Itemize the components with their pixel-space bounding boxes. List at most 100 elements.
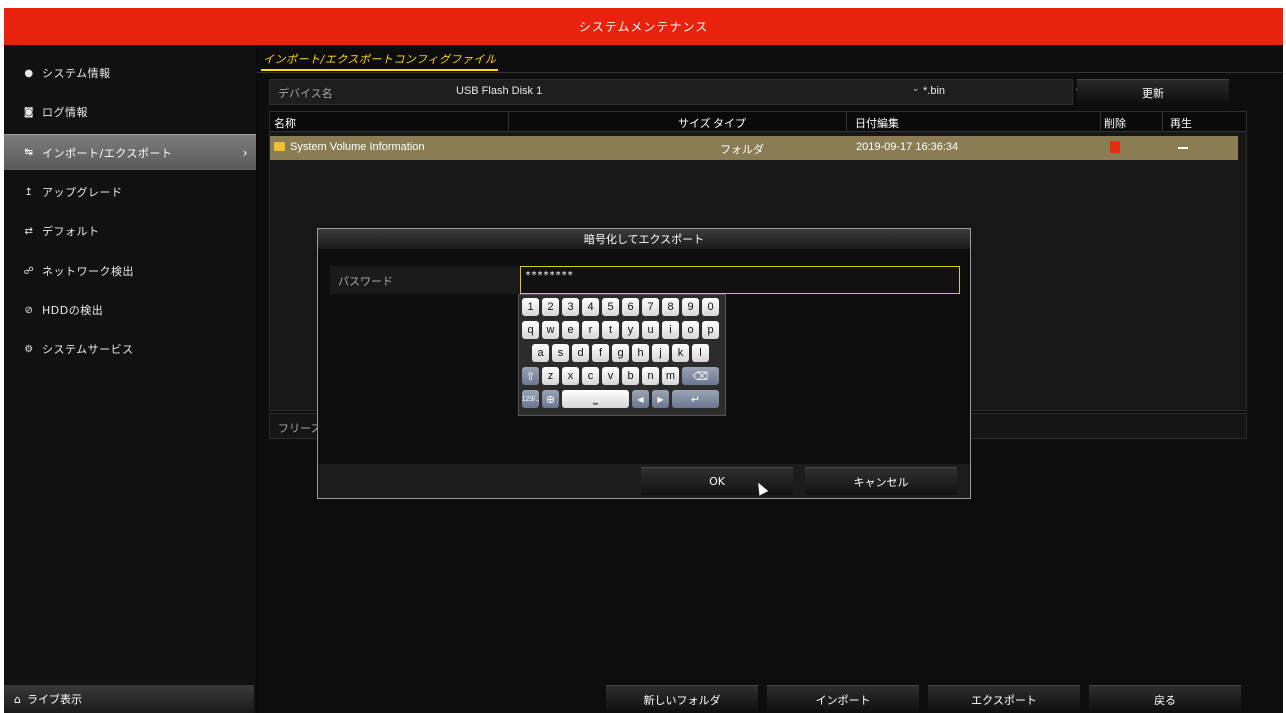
key-q[interactable]: q	[522, 321, 539, 339]
sidebar: ● システム情報 ◙ ログ情報 ↹ インポート/エクスポート › ↥ アップグレ…	[4, 45, 256, 713]
export-button[interactable]: エクスポート	[928, 685, 1080, 713]
column-size: サイズ	[678, 117, 711, 130]
service-icon: ⚙	[24, 343, 34, 355]
key-s[interactable]: s	[552, 344, 569, 362]
key-1[interactable]: 1	[522, 298, 539, 316]
chevron-down-icon[interactable]: ⌄	[912, 84, 920, 94]
sidebar-item-label: HDDの検出	[42, 304, 104, 317]
key-k[interactable]: k	[672, 344, 689, 362]
row-type: フォルダ	[720, 143, 764, 156]
key-6[interactable]: 6	[622, 298, 639, 316]
column-delete: 削除	[1104, 117, 1126, 130]
upgrade-icon: ↥	[24, 186, 34, 198]
key-0[interactable]: 0	[702, 298, 719, 316]
key-i[interactable]: i	[662, 321, 679, 339]
sidebar-item-system-service[interactable]: ⚙ システムサービス	[4, 331, 256, 367]
key-n[interactable]: n	[642, 367, 659, 385]
device-select[interactable]: USB Flash Disk 1	[456, 85, 542, 97]
trash-icon[interactable]	[1110, 141, 1120, 153]
key-j[interactable]: j	[652, 344, 669, 362]
cancel-button[interactable]: キャンセル	[805, 467, 957, 495]
key-p[interactable]: p	[702, 321, 719, 339]
key-l[interactable]: l	[692, 344, 709, 362]
key-u[interactable]: u	[642, 321, 659, 339]
column-divider	[1100, 112, 1101, 132]
dialog-footer: OK キャンセル	[318, 464, 970, 498]
key-r[interactable]: r	[582, 321, 599, 339]
dialog-title: 暗号化してエクスポート	[318, 229, 970, 249]
device-row: デバイス名 USB Flash Disk 1 ⌄ *.bin ⌄	[269, 79, 1082, 105]
sidebar-item-log-info[interactable]: ◙ ログ情報	[4, 94, 256, 130]
live-view-button[interactable]: ⌂ ライブ表示	[4, 685, 254, 713]
tab-config-file[interactable]: インポート/エクスポートコンフィグファイル	[261, 51, 499, 71]
sidebar-item-label: アップグレード	[42, 186, 123, 199]
column-play: 再生	[1170, 117, 1192, 130]
sidebar-item-label: デフォルト	[42, 225, 100, 238]
sidebar-item-import-export[interactable]: ↹ インポート/エクスポート ›	[4, 134, 256, 170]
sidebar-item-default[interactable]: ⇄ デフォルト	[4, 213, 256, 249]
home-icon: ⌂	[14, 692, 21, 706]
key-2[interactable]: 2	[542, 298, 559, 316]
device-label: デバイス名	[278, 87, 333, 100]
network-icon: ☍	[23, 265, 35, 277]
key-y[interactable]: y	[622, 321, 639, 339]
key-f[interactable]: f	[592, 344, 609, 362]
password-field[interactable]: ********	[520, 266, 960, 294]
key-d[interactable]: d	[572, 344, 589, 362]
refresh-button[interactable]: 更新	[1077, 79, 1229, 105]
key-9[interactable]: 9	[682, 298, 699, 316]
key-w[interactable]: w	[542, 321, 559, 339]
sidebar-item-hdd-detect[interactable]: ⊘ HDDの検出	[4, 292, 256, 328]
import-button[interactable]: インポート	[767, 685, 919, 713]
sidebar-item-network-detect[interactable]: ☍ ネットワーク検出	[4, 253, 256, 289]
space-icon[interactable]: ⎵	[562, 390, 629, 408]
key-z[interactable]: z	[542, 367, 559, 385]
enter-icon[interactable]: ↵	[672, 390, 719, 408]
table-header: 名称 サイズ タイプ 日付編集 削除 再生	[270, 112, 1246, 132]
row-date: 2019-09-17 16:36:34	[856, 141, 959, 153]
key-3[interactable]: 3	[562, 298, 579, 316]
play-icon[interactable]	[1178, 147, 1188, 149]
sidebar-item-label: ネットワーク検出	[42, 265, 134, 278]
key-h[interactable]: h	[632, 344, 649, 362]
ok-button[interactable]: OK	[641, 467, 793, 495]
arrow-left-icon[interactable]: ◀	[632, 390, 649, 408]
sidebar-item-label: インポート/エクスポート	[42, 146, 173, 160]
key-c[interactable]: c	[582, 367, 599, 385]
key-v[interactable]: v	[602, 367, 619, 385]
key-5[interactable]: 5	[602, 298, 619, 316]
default-icon: ⇄	[24, 225, 34, 237]
column-name: 名称	[274, 117, 296, 130]
key-t[interactable]: t	[602, 321, 619, 339]
key-m[interactable]: m	[662, 367, 679, 385]
hdd-icon: ⊘	[24, 304, 34, 316]
shift-icon[interactable]: ⇧	[522, 367, 539, 385]
key-g[interactable]: g	[612, 344, 629, 362]
key-b[interactable]: b	[622, 367, 639, 385]
new-folder-button[interactable]: 新しいフォルダ	[606, 685, 758, 713]
key-o[interactable]: o	[682, 321, 699, 339]
sidebar-item-label: システムサービス	[42, 343, 134, 356]
number-mode-key[interactable]: 123/.,	[522, 390, 539, 408]
sidebar-item-system-info[interactable]: ● システム情報	[4, 55, 256, 91]
globe-icon[interactable]: ⊕	[542, 390, 559, 408]
table-row[interactable]: System Volume Information フォルダ 2019-09-1…	[270, 136, 1238, 160]
column-type: タイプ	[713, 117, 746, 130]
key-a[interactable]: a	[532, 344, 549, 362]
column-divider	[508, 112, 509, 132]
free-space-label: フリース	[278, 422, 322, 435]
sidebar-item-upgrade[interactable]: ↥ アップグレード	[4, 174, 256, 210]
backspace-icon[interactable]: ⌫	[682, 367, 719, 385]
key-8[interactable]: 8	[662, 298, 679, 316]
key-7[interactable]: 7	[642, 298, 659, 316]
back-button[interactable]: 戻る	[1089, 685, 1241, 713]
row-name: System Volume Information	[290, 141, 425, 153]
key-e[interactable]: e	[562, 321, 579, 339]
key-x[interactable]: x	[562, 367, 579, 385]
key-4[interactable]: 4	[582, 298, 599, 316]
arrow-right-icon[interactable]: ▶	[652, 390, 669, 408]
live-view-label: ライブ表示	[26, 693, 82, 706]
password-row: パスワード ********	[330, 266, 960, 294]
file-type-select[interactable]: *.bin	[923, 85, 945, 97]
on-screen-keyboard: 1 2 3 4 5 6 7 8 9 0 q w e r t y u i o p …	[518, 294, 726, 416]
